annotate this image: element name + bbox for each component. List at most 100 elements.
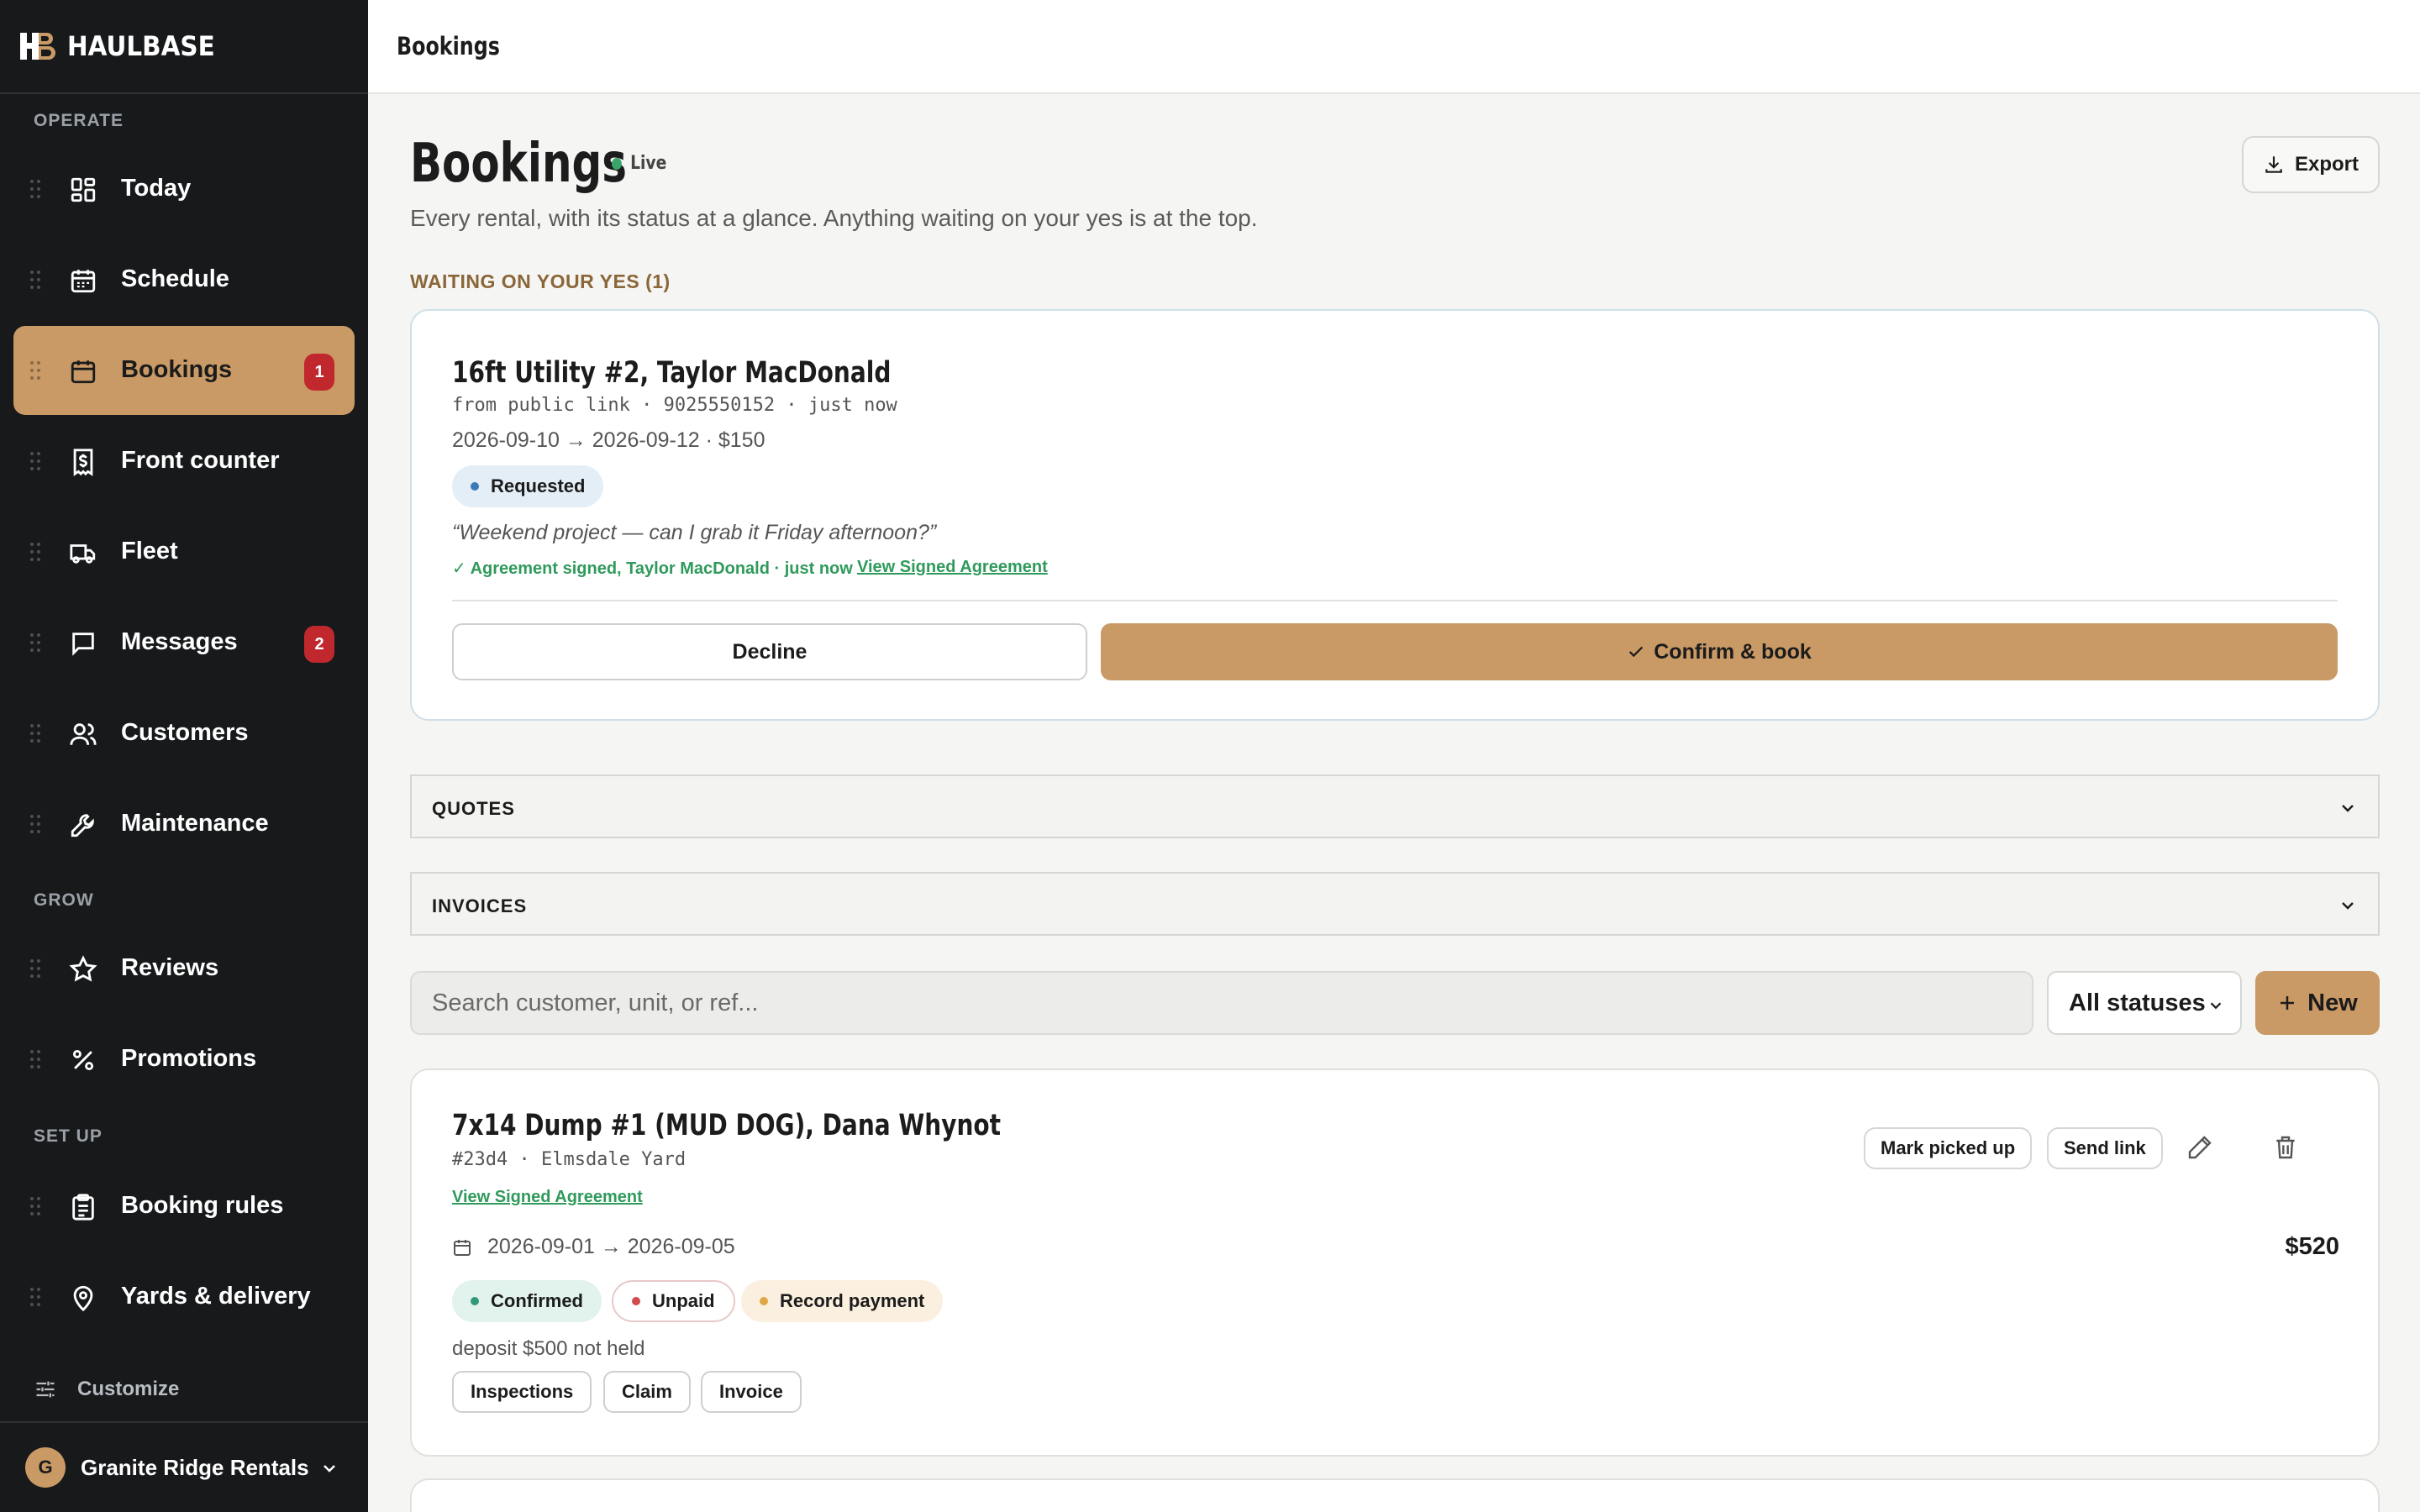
star-icon [69, 955, 97, 982]
sidebar-item-schedule[interactable]: Schedule [13, 235, 355, 324]
status-badge: Requested [452, 465, 604, 507]
quotes-label: QUOTES [432, 798, 515, 819]
brand[interactable]: HAULBASE [0, 0, 368, 94]
percent-icon [72, 1049, 94, 1071]
drag-handle-icon[interactable] [30, 815, 40, 833]
pencil-icon [2188, 1136, 2212, 1159]
sidebar-item-label: Front counter [121, 447, 280, 474]
sidebar-item-label: Customers [121, 719, 249, 746]
agreement-status: ✓ Agreement signed, Taylor MacDonald · j… [452, 559, 853, 578]
drag-handle-icon[interactable] [30, 959, 40, 978]
page-title: Bookings [410, 133, 627, 195]
customer-note: “Weekend project — can I grab it Friday … [452, 521, 937, 544]
dollar-receipt-icon [73, 449, 93, 476]
sidebar-item-bookings[interactable]: Bookings 1 [13, 326, 355, 415]
live-dot-icon [612, 157, 622, 170]
status-dot-icon [471, 482, 479, 491]
drag-handle-icon[interactable] [30, 1288, 40, 1306]
new-booking-button[interactable]: New [2255, 971, 2380, 1035]
booking-card [410, 1478, 2380, 1512]
delete-button[interactable] [2267, 1129, 2304, 1166]
haulbase-logo-icon [20, 33, 55, 60]
sidebar: HAULBASE OPERATE GROW SET UP Today Sched… [0, 0, 368, 1512]
invoice-button[interactable]: Invoice [701, 1371, 802, 1413]
sidebar-item-today[interactable]: Today [13, 144, 355, 234]
inspections-button[interactable]: Inspections [452, 1371, 592, 1413]
check-icon [1629, 646, 1644, 658]
status-label: Requested [491, 475, 586, 496]
chevron-down-icon [2342, 902, 2354, 910]
truck-icon [70, 544, 96, 564]
trash-icon [2276, 1136, 2295, 1159]
sidebar-item-fleet[interactable]: Fleet [13, 507, 355, 596]
sidebar-item-messages[interactable]: Messages 2 [13, 598, 355, 687]
live-indicator: Live [612, 153, 666, 174]
breadcrumb: Bookings [397, 32, 500, 60]
sidebar-item-label: Yards & delivery [121, 1283, 311, 1310]
live-label: Live [630, 153, 667, 174]
sliders-icon [36, 1381, 55, 1398]
decline-button[interactable]: Decline [452, 623, 1087, 680]
booking-card: 7x14 Dump #1 (MUD DOG), Dana Whynot #23d… [410, 1068, 2380, 1457]
sidebar-item-label: Maintenance [121, 810, 269, 837]
status-badge: Confirmed [452, 1280, 602, 1322]
mark-picked-up-button[interactable]: Mark picked up [1864, 1127, 2033, 1169]
wrench-icon [71, 814, 94, 837]
search-input[interactable] [410, 971, 2033, 1035]
drag-handle-icon[interactable] [30, 724, 40, 743]
confirm-book-button[interactable]: Confirm & book [1101, 623, 2338, 680]
booking-dates: 2026-09-01 → 2026-09-05 [452, 1235, 735, 1259]
sidebar-item-yards-delivery[interactable]: Yards & delivery [13, 1252, 355, 1341]
export-button[interactable]: Export [2242, 136, 2380, 193]
drag-handle-icon[interactable] [30, 1197, 40, 1215]
drag-handle-icon[interactable] [30, 361, 40, 380]
sidebar-item-customers[interactable]: Customers [13, 689, 355, 778]
org-name: Granite Ridge Rentals [81, 1454, 309, 1480]
customize-button[interactable]: Customize [34, 1378, 179, 1401]
edit-button[interactable] [2181, 1129, 2218, 1166]
drag-handle-icon[interactable] [30, 633, 40, 652]
users-icon [70, 723, 97, 745]
drag-handle-icon[interactable] [30, 1050, 40, 1068]
message-icon [72, 633, 94, 656]
calendar-icon [454, 1239, 471, 1256]
divider [452, 600, 2338, 601]
plus-icon [2281, 996, 2295, 1010]
status-dot-icon [471, 1297, 479, 1305]
send-link-button[interactable]: Send link [2047, 1127, 2163, 1169]
view-signed-agreement-link[interactable]: View Signed Agreement [452, 1188, 643, 1207]
invoices-label: INVOICES [432, 895, 528, 916]
sidebar-item-booking-rules[interactable]: Booking rules [13, 1162, 355, 1251]
section-label-grow: GROW [34, 890, 94, 910]
unread-count-badge: 1 [304, 354, 334, 391]
invoices-accordion[interactable]: INVOICES [410, 872, 2380, 936]
download-icon [2265, 156, 2282, 173]
sidebar-item-front-counter[interactable]: Front counter [13, 417, 355, 506]
sidebar-item-promotions[interactable]: Promotions [13, 1015, 355, 1104]
sidebar-item-label: Reviews [121, 954, 219, 981]
sidebar-item-label: Fleet [121, 538, 178, 564]
quotes-accordion[interactable]: QUOTES [410, 774, 2380, 838]
record-payment-button[interactable]: Record payment [741, 1280, 944, 1322]
unread-count-badge: 2 [304, 626, 334, 663]
dashboard-icon [71, 177, 96, 202]
drag-handle-icon[interactable] [30, 180, 40, 198]
sidebar-item-maintenance[interactable]: Maintenance [13, 780, 355, 869]
sidebar-item-label: Booking rules [121, 1192, 284, 1219]
deposit-note: deposit $500 not held [452, 1337, 645, 1360]
payment-status-label: Unpaid [652, 1290, 715, 1311]
drag-handle-icon[interactable] [30, 452, 40, 470]
claim-button[interactable]: Claim [603, 1371, 691, 1413]
status-filter-select[interactable]: All statuses [2047, 971, 2242, 1035]
drag-handle-icon[interactable] [30, 270, 40, 289]
drag-handle-icon[interactable] [30, 543, 40, 561]
section-label-operate: OPERATE [34, 111, 124, 130]
status-dot-icon [632, 1297, 640, 1305]
org-switcher[interactable]: G Granite Ridge Rentals [0, 1421, 368, 1512]
view-signed-agreement-link[interactable]: View Signed Agreement [857, 558, 1048, 577]
sidebar-item-reviews[interactable]: Reviews [13, 924, 355, 1013]
booking-meta: #23d4 · Elmsdale Yard [452, 1149, 687, 1170]
sidebar-item-label: Messages [121, 628, 238, 655]
clipboard-icon [72, 1194, 94, 1221]
customize-label: Customize [77, 1378, 180, 1400]
